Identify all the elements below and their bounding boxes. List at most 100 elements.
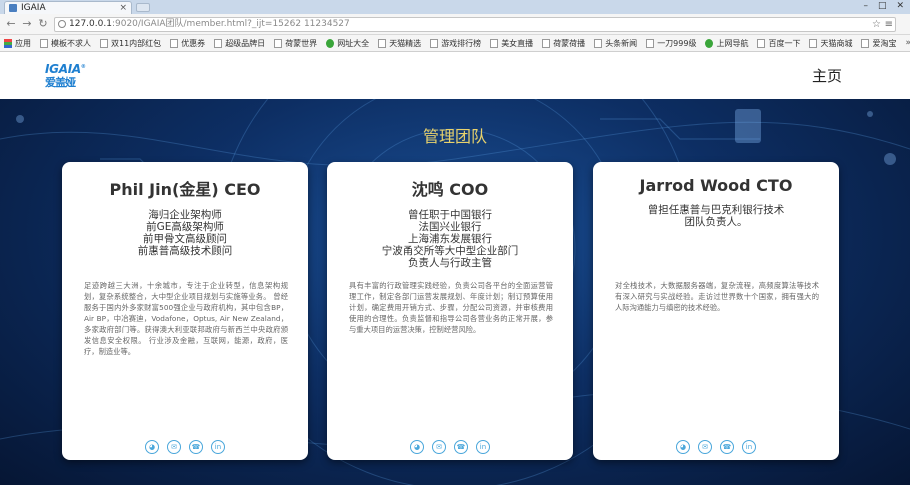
menu-icon[interactable]: ≡ (885, 18, 893, 31)
bookmark-item[interactable]: 双11内部红包 (100, 38, 161, 49)
bookmark-label: 天猫商城 (820, 38, 853, 48)
info-icon (58, 20, 66, 28)
site-logo[interactable]: IGAIA® 爱盖娅 (45, 61, 91, 90)
page-icon (542, 38, 551, 48)
bookmark-label: 游戏排行榜 (441, 38, 482, 48)
page-icon (326, 38, 335, 48)
bookmark-label: 荷蒙荷播 (553, 38, 586, 48)
linkedin-icon[interactable]: in (211, 440, 225, 454)
phone-icon[interactable]: ☎ (454, 440, 468, 454)
member-role-line: 团队负责人。 (684, 216, 748, 228)
linkedin-icon[interactable]: in (742, 440, 756, 454)
member-name: Phil Jin(金星) CEO (109, 180, 261, 199)
wechat-icon[interactable]: ◕ (410, 440, 424, 454)
bookmark-item[interactable]: 上网导航 (705, 38, 748, 49)
wechat-icon[interactable]: ◕ (145, 440, 159, 454)
wechat-icon[interactable]: ◕ (676, 440, 690, 454)
page-icon (861, 38, 870, 48)
member-bio: 具有丰富的行政管理实践经验，负责公司各平台的全面运营管理工作，制定各部门运营发展… (349, 281, 553, 334)
reload-icon[interactable]: ↻ (36, 17, 50, 31)
bookmark-label: 荷蒙世界 (285, 38, 318, 48)
bookmark-item[interactable]: 模板不求人 (40, 38, 91, 49)
page-icon (274, 38, 283, 48)
member-bio: 足迹跨越三大洲，十余城市，专注于企业转型，信息架构规划，复杂系统整合，大中型企业… (84, 281, 288, 356)
member-bio: 对全栈技术，大数据服务器端，复杂流程，高频度算法等技术有深入研究与实战经验。走访… (615, 281, 819, 312)
page-icon (490, 38, 499, 48)
bookmark-label: 双11内部红包 (111, 38, 162, 48)
bookmark-item[interactable]: 天猫商城 (809, 38, 852, 49)
team-section: 管理团队 Phil Jin(金星) CEO 海归企业架构师 前GE高级架构师 前甲骨文… (0, 99, 910, 485)
team-member-card: 沈鸣 COO 曾任职于中国银行 法国兴业银行 上海浦东发展银行 宁波甬交所等大中型企业部… (327, 162, 573, 460)
page-icon (214, 38, 223, 48)
team-member-card: Phil Jin(金星) CEO 海归企业架构师 前GE高级架构师 前甲骨文高级顾问前… (62, 162, 308, 460)
window-controls: – □ ✕ (863, 0, 904, 13)
favicon-icon (9, 4, 17, 12)
phone-icon[interactable]: ☎ (189, 440, 203, 454)
social-links: ◕ ✉ ☎ in (593, 440, 839, 454)
email-icon[interactable]: ✉ (432, 440, 446, 454)
bookmark-item[interactable]: 荷蒙荷播 (542, 38, 585, 49)
new-tab-button[interactable] (136, 3, 150, 12)
nav-home-link[interactable]: 主页 (812, 65, 842, 86)
page-icon (430, 38, 439, 48)
member-role-line: 曾担任惠普与巴克利银行技术 (647, 204, 785, 216)
back-icon[interactable]: ← (4, 17, 18, 31)
bookmark-item[interactable]: 网址大全 (326, 38, 369, 49)
tab-title: IGAIA (21, 3, 46, 13)
member-role-line: 曾任职于中国银行 (408, 209, 492, 221)
member-roles: 曾任职于中国银行 法国兴业银行 上海浦东发展银行 宁波甬交所等大中型企业部门 负责人与行… (327, 209, 573, 269)
page-icon (646, 38, 655, 48)
bookmark-item[interactable]: 优惠券 (170, 38, 205, 49)
bookmark-label: 头条新闻 (605, 38, 638, 48)
bookmarks-bar: 应用 模板不求人 双11内部红包 优惠券 超级品牌日 荷蒙世界 网址大全 天猫精选 游戏排行榜 美… (0, 35, 910, 52)
address-bar[interactable]: 127.0.0.1:9020/IGAIA团队/member.html?_ijt=… (54, 17, 896, 32)
linkedin-icon[interactable]: in (476, 440, 490, 454)
member-name: Jarrod Wood CTO (639, 176, 793, 195)
bookmark-item[interactable]: 百度一下 (757, 38, 800, 49)
bookmark-item[interactable]: 头条新闻 (594, 38, 637, 49)
bookmark-item[interactable]: 天猫精选 (378, 38, 421, 49)
bookmark-item[interactable]: 一刀999级 (646, 38, 696, 49)
bookmark-item[interactable]: 超级品牌日 (214, 38, 265, 49)
email-icon[interactable]: ✉ (167, 440, 181, 454)
bookmark-item[interactable]: 游戏排行榜 (430, 38, 481, 49)
bookmark-item[interactable]: 应用 (4, 38, 31, 49)
more-bookmarks-icon[interactable]: » (905, 38, 910, 48)
bookmark-item[interactable]: 荷蒙世界 (274, 38, 317, 49)
logo-wordmark: IGAIA® (45, 62, 86, 76)
url-path: :9020/IGAIA团队/member.html?_ijt=15262 112… (111, 19, 350, 29)
member-role-line: 海归企业架构师 (148, 209, 222, 221)
page-icon (170, 38, 179, 48)
member-role-line: 宁波甬交所等大中型企业部门 (381, 245, 519, 257)
page-icon (378, 38, 387, 48)
browser-tab[interactable]: IGAIA × (4, 1, 132, 14)
close-window-icon[interactable]: ✕ (896, 0, 904, 13)
bookmark-label: 上网导航 (716, 38, 749, 48)
browser-tab-bar: IGAIA × – □ ✕ (0, 0, 910, 14)
bookmark-label: 模板不求人 (51, 38, 91, 48)
minimize-icon[interactable]: – (863, 0, 868, 13)
bookmark-item[interactable]: 爱淘宝 (861, 38, 896, 49)
maximize-icon[interactable]: □ (878, 0, 887, 13)
bookmark-item[interactable]: 美女直播 (490, 38, 533, 49)
member-role-line: 负责人与行政主管 (408, 257, 492, 269)
social-links: ◕ ✉ ☎ in (327, 440, 573, 454)
forward-icon[interactable]: → (20, 17, 34, 31)
page-icon (705, 38, 714, 48)
member-roles: 曾担任惠普与巴克利银行技术 团队负责人。 (593, 204, 839, 228)
phone-icon[interactable]: ☎ (720, 440, 734, 454)
member-role-line: 法国兴业银行 (418, 221, 482, 233)
bookmark-star-icon[interactable]: ☆ (872, 18, 881, 31)
social-links: ◕ ✉ ☎ in (62, 440, 308, 454)
email-icon[interactable]: ✉ (698, 440, 712, 454)
member-role-line: 前GE高级架构师 (146, 221, 224, 233)
page-icon (809, 38, 818, 48)
bookmark-label: 爱淘宝 (872, 38, 897, 48)
page-icon (594, 38, 603, 48)
bookmark-label: 百度一下 (768, 38, 801, 48)
url-host: 127.0.0.1 (69, 19, 112, 29)
bookmark-label: 网址大全 (337, 38, 370, 48)
bookmark-label: 优惠券 (181, 38, 206, 48)
member-roles: 海归企业架构师 前GE高级架构师 前甲骨文高级顾问 前惠普高级技术顾问 (62, 209, 308, 257)
close-tab-icon[interactable]: × (119, 2, 127, 14)
